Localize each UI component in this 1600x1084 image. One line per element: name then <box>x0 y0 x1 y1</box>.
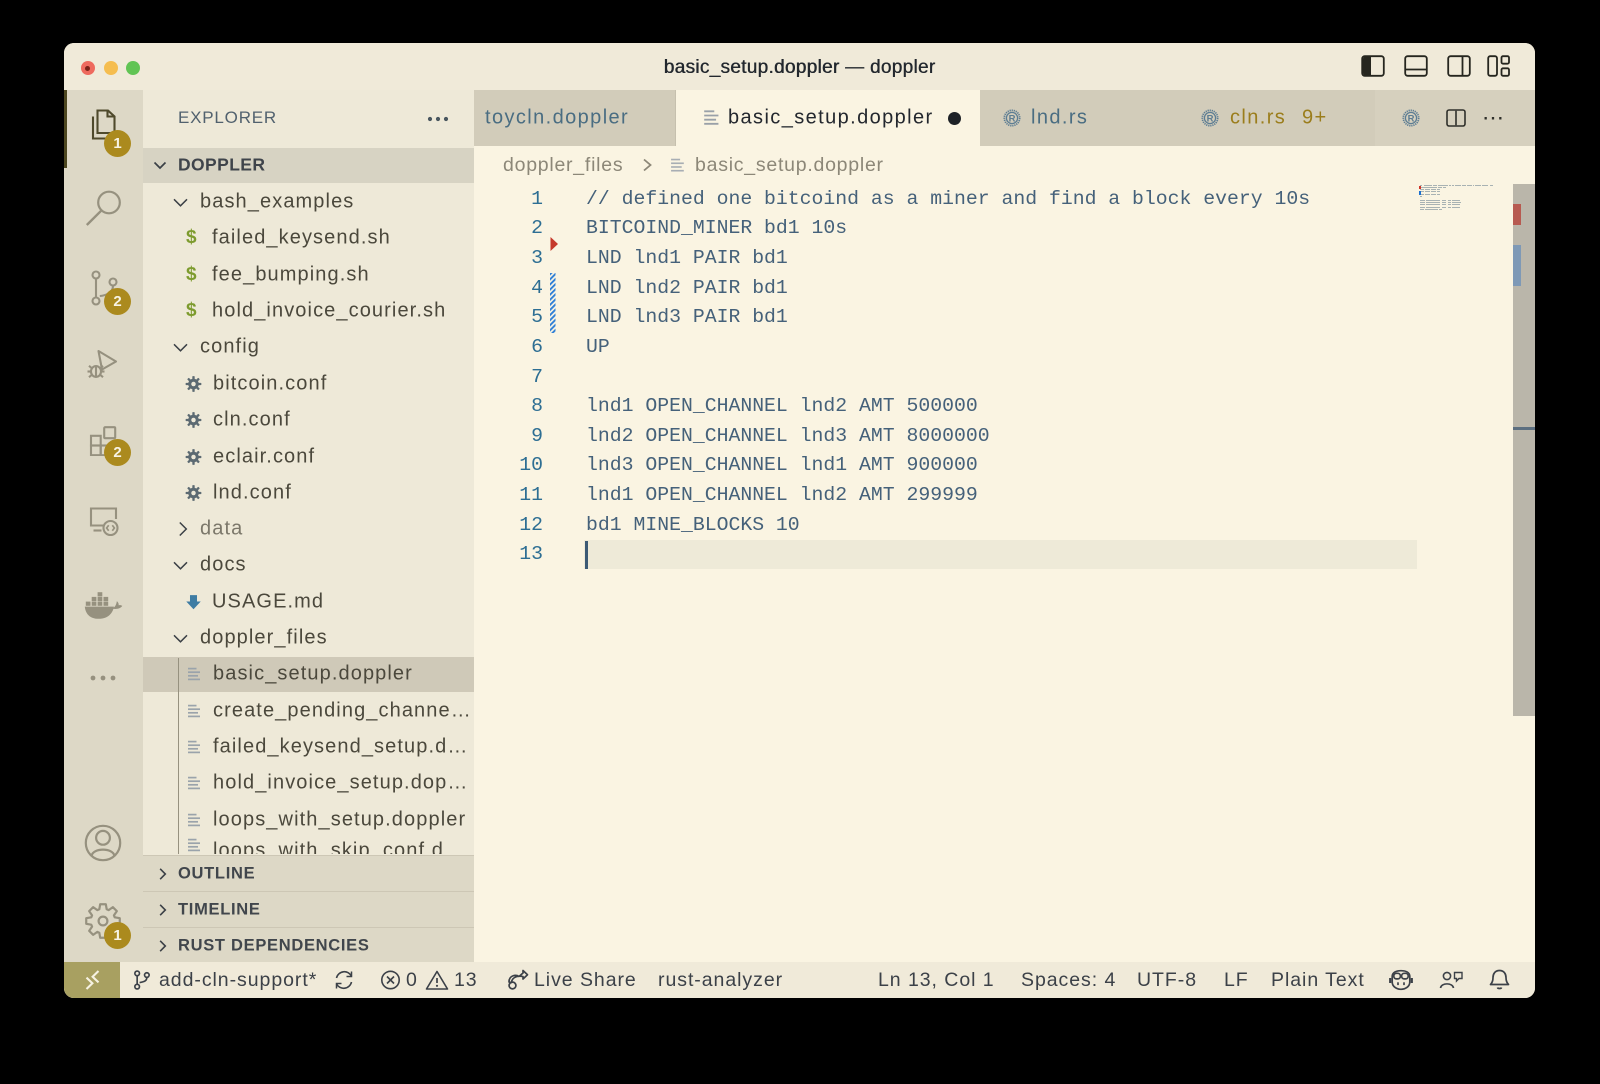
svg-text:R: R <box>1408 113 1415 124</box>
svg-text:R: R <box>1207 113 1214 124</box>
svg-text:R: R <box>1009 113 1016 124</box>
